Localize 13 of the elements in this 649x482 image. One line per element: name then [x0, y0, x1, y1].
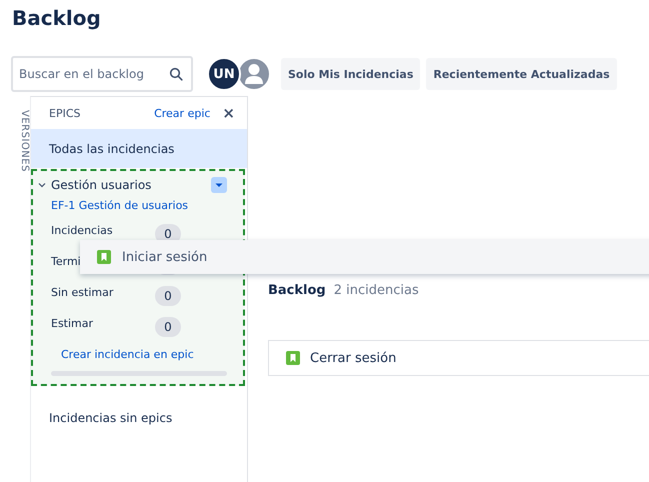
issue-summary: Cerrar sesión: [310, 350, 396, 366]
stat-label: Estimar: [51, 317, 94, 330]
epic-name: Gestión usuarios: [51, 178, 152, 192]
section-title: Backlog: [268, 283, 326, 298]
issue-summary: Iniciar sesión: [122, 250, 208, 264]
count-badge: 0: [155, 286, 181, 306]
stat-label: Sin estimar: [51, 286, 114, 299]
stat-label: Incidencias: [51, 224, 113, 237]
issue-count: 2 incidencias: [334, 283, 419, 298]
page-title: Backlog: [11, 5, 102, 32]
panel-title: EPICS: [49, 106, 82, 120]
count-badge: 0: [155, 316, 181, 336]
stat-label: Termi: [51, 255, 81, 268]
